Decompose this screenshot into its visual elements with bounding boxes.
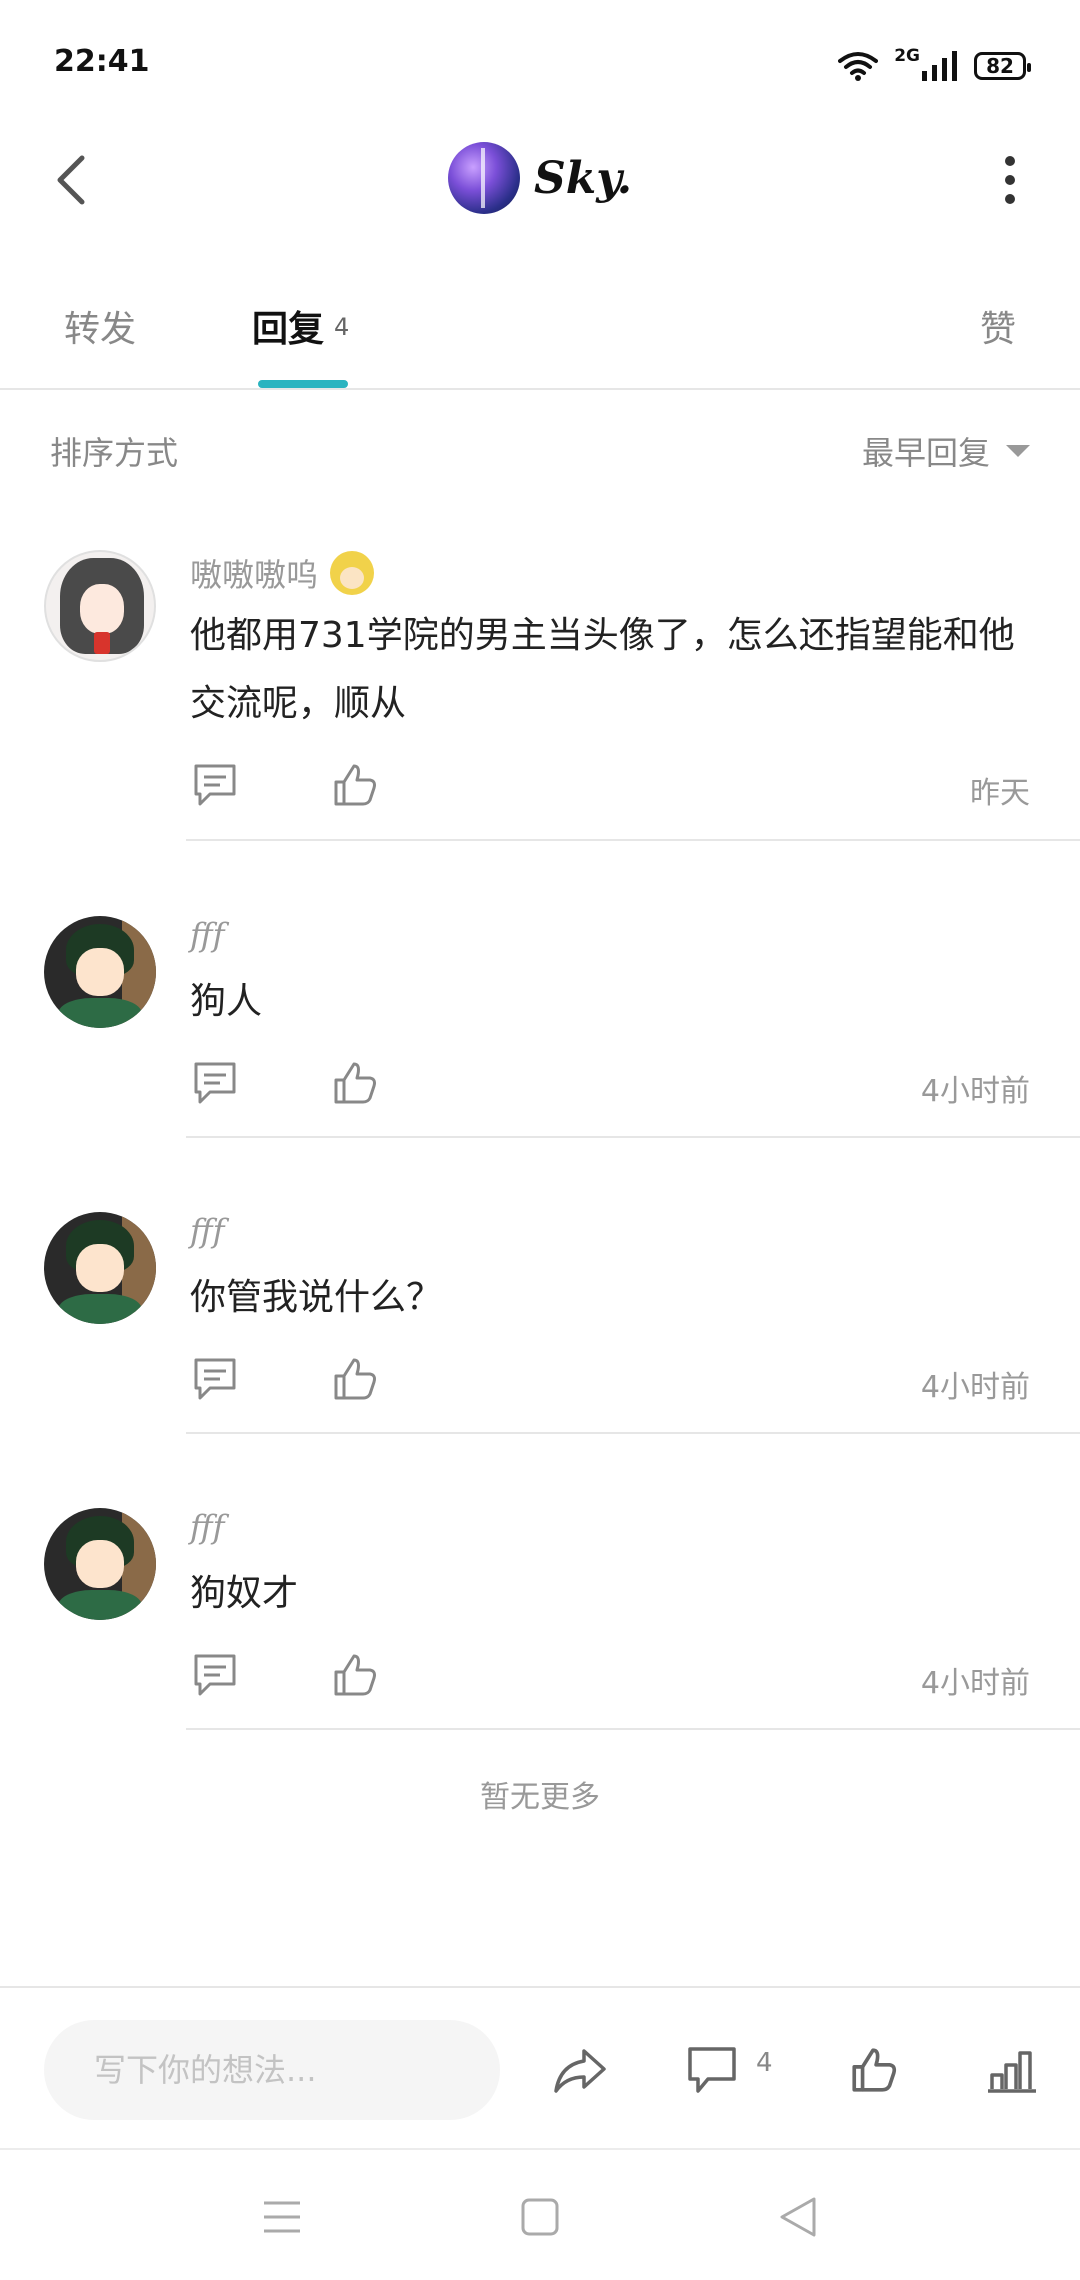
comment-input[interactable] <box>44 2020 500 2120</box>
commenter-name[interactable]: fff <box>190 1508 225 1546</box>
comment-text: 狗人 <box>190 981 263 1022</box>
commenter-avatar[interactable] <box>44 916 156 1028</box>
comment-time: 4小时前 <box>920 1666 1030 1701</box>
commenter-name[interactable]: fff <box>190 1212 225 1250</box>
post-author[interactable]: Sky. <box>0 142 1080 214</box>
comment-text: 狗奴才 <box>190 1573 299 1614</box>
battery-level: 82 <box>986 54 1014 78</box>
system-nav-bar <box>0 2152 1080 2280</box>
sort-value: 最早回复 <box>861 434 990 472</box>
thumbs-up-icon[interactable] <box>330 760 380 810</box>
status-bar: 22:41 2G 82 <box>0 0 1080 120</box>
comment-time: 4小时前 <box>920 1074 1030 1109</box>
sort-row: 排序方式 最早回复 <box>0 420 1080 480</box>
reply-page: 22:41 2G 82 Sky. 转发 回复 4 赞 排序方式 最早回复 嗷嗷嗷… <box>0 0 1080 2280</box>
battery-icon: 82 <box>974 52 1031 80</box>
comment-count: 4 <box>756 2048 773 2078</box>
comment-actions: 4小时前 <box>190 1354 1040 1414</box>
divider <box>186 1432 1080 1434</box>
tab-reply[interactable]: 回复 4 <box>252 300 349 352</box>
signal-icon <box>922 51 957 81</box>
comment-actions: 4小时前 <box>190 1650 1040 1710</box>
thumbs-up-icon[interactable] <box>330 1650 380 1700</box>
commenter-name-text: 嗷嗷嗷呜 <box>190 556 319 594</box>
share-arrow-icon <box>554 2049 606 2093</box>
more-dot-icon <box>1005 175 1015 185</box>
menu-button[interactable] <box>252 2192 312 2242</box>
commenter-name[interactable]: 嗷嗷嗷呜 <box>190 550 375 596</box>
commenter-name[interactable]: fff <box>190 916 225 954</box>
divider <box>186 1136 1080 1138</box>
menu-icon <box>264 2201 300 2233</box>
status-time: 22:41 <box>54 44 150 79</box>
reply-icon[interactable] <box>190 1354 240 1404</box>
divider <box>186 1728 1080 1730</box>
more-dot-icon <box>1005 156 1015 166</box>
sort-label: 排序方式 <box>50 434 179 472</box>
network-type: 2G <box>894 46 920 66</box>
top-nav: Sky. <box>0 130 1080 230</box>
comment-time: 4小时前 <box>920 1370 1030 1405</box>
thumbs-up-icon <box>852 2048 897 2092</box>
comment-time: 昨天 <box>970 776 1030 811</box>
author-avatar[interactable] <box>447 142 520 214</box>
stats-button[interactable] <box>980 2040 1044 2100</box>
more-button[interactable] <box>980 150 1040 210</box>
status-icons: 2G 82 <box>838 46 1031 86</box>
wifi-icon <box>838 52 879 81</box>
tab-like[interactable]: 赞 <box>980 300 1016 352</box>
reply-icon[interactable] <box>190 1650 240 1700</box>
comment-button[interactable] <box>680 2040 744 2100</box>
reply-icon[interactable] <box>190 1058 240 1108</box>
divider <box>186 839 1080 841</box>
comment-actions: 4小时前 <box>190 1058 1040 1118</box>
comment-actions: 昨天 <box>190 760 1040 820</box>
more-dot-icon <box>1005 194 1015 204</box>
reply-icon[interactable] <box>190 760 240 810</box>
comment-text: 你管我说什么？ <box>190 1277 443 1318</box>
caret-down-icon <box>1006 445 1030 457</box>
no-more-text: 暂无更多 <box>480 1780 600 1815</box>
active-tab-indicator <box>258 380 348 388</box>
comment-text: 他都用731学院的男主当头像了，怎么还指望能和他交流呢，顺从 <box>190 615 1015 724</box>
bar-chart-icon <box>988 2051 1036 2093</box>
triangle-back-icon <box>780 2197 816 2237</box>
commenter-avatar[interactable] <box>44 1508 156 1620</box>
bottom-action-bar: 4 <box>0 1986 1080 2150</box>
tab-reply-count: 4 <box>334 313 350 341</box>
commenter-avatar[interactable] <box>44 550 156 662</box>
like-button[interactable] <box>842 2040 906 2100</box>
badge-emoji-icon <box>330 551 375 595</box>
home-square-icon <box>521 2198 559 2236</box>
sort-dropdown[interactable]: 最早回复 <box>862 428 1030 474</box>
system-back-button[interactable] <box>768 2192 828 2242</box>
tab-repost[interactable]: 转发 <box>64 300 136 352</box>
tab-reply-label: 回复 <box>252 309 325 350</box>
share-button[interactable] <box>548 2040 612 2100</box>
tab-bar: 转发 回复 4 赞 <box>0 270 1080 390</box>
home-button[interactable] <box>510 2192 570 2242</box>
comment-bubble-icon <box>688 2047 736 2093</box>
page-title: Sky. <box>533 152 633 204</box>
thumbs-up-icon[interactable] <box>330 1058 380 1108</box>
commenter-avatar[interactable] <box>44 1212 156 1324</box>
thumbs-up-icon[interactable] <box>330 1354 380 1404</box>
